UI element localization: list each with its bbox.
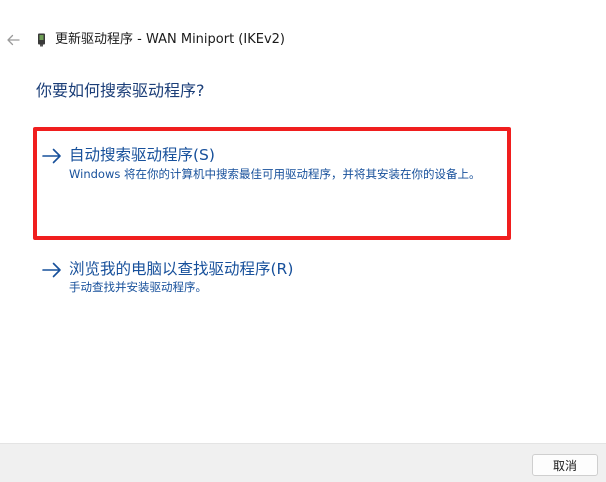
option-browse-computer[interactable]: 浏览我的电脑以查找驱动程序(R) 手动查找并安装驱动程序。 — [36, 254, 513, 304]
arrow-right-icon — [42, 262, 61, 278]
page-question: 你要如何搜索驱动程序? — [36, 81, 205, 100]
cancel-button[interactable]: 取消 — [532, 454, 598, 476]
device-icon — [38, 33, 45, 47]
option-auto-search-title: 自动搜索驱动程序(S) — [69, 146, 215, 164]
option-auto-search[interactable]: 自动搜索驱动程序(S) Windows 将在你的计算机中搜索最佳可用驱动程序，并… — [36, 131, 513, 241]
footer: 取消 — [0, 443, 606, 482]
back-arrow-icon — [7, 34, 20, 46]
option-auto-search-description: Windows 将在你的计算机中搜索最佳可用驱动程序，并将其安装在你的设备上。 — [69, 167, 481, 181]
back-button[interactable] — [4, 31, 22, 49]
arrow-right-icon — [42, 148, 61, 164]
header: 更新驱动程序 - WAN Miniport (IKEv2) — [0, 0, 606, 76]
window-title: 更新驱动程序 - WAN Miniport (IKEv2) — [55, 32, 285, 47]
option-browse-description: 手动查找并安装驱动程序。 — [69, 280, 207, 294]
option-browse-title: 浏览我的电脑以查找驱动程序(R) — [69, 260, 294, 278]
update-driver-window: 更新驱动程序 - WAN Miniport (IKEv2) 你要如何搜索驱动程序… — [0, 0, 606, 482]
